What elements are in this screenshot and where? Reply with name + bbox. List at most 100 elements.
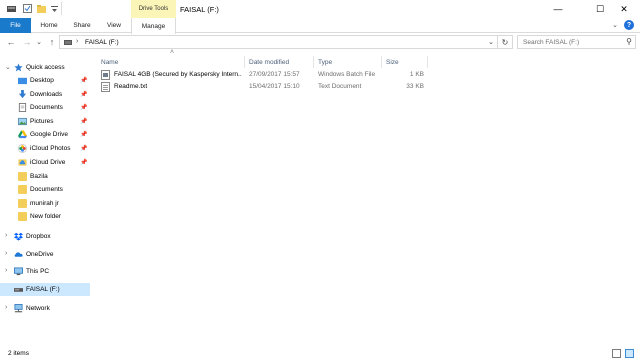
onedrive-icon: [14, 252, 23, 257]
file-name: Readme.txt: [114, 83, 148, 90]
pin-icon: 📌: [80, 92, 88, 98]
sidebar-item-desktop[interactable]: Desktop 📌: [0, 74, 90, 87]
large-icons-view-icon[interactable]: [625, 349, 634, 358]
tab-home[interactable]: Home: [34, 18, 64, 33]
close-button[interactable]: ✕: [612, 0, 636, 18]
forward-button[interactable]: →: [21, 35, 33, 49]
column-header-date-modified[interactable]: Date modified: [245, 56, 314, 68]
sidebar-item-label: New folder: [30, 213, 62, 220]
chevron-down-icon: ⌄: [36, 39, 42, 46]
computer-icon: [14, 267, 23, 276]
help-icon[interactable]: ?: [624, 20, 634, 30]
icloud-drive-icon: [18, 159, 27, 166]
back-button[interactable]: ←: [5, 35, 17, 49]
dropbox-icon: [14, 232, 23, 241]
sidebar-item-label: munirah jr: [30, 200, 59, 207]
sidebar-item-bazila[interactable]: Bazila: [0, 170, 90, 183]
column-header-type[interactable]: Type: [314, 56, 382, 68]
expanded-chevron-icon[interactable]: ⌄: [5, 63, 11, 71]
details-view-icon[interactable]: [612, 349, 621, 358]
sidebar-item-label: Bazila: [30, 173, 48, 180]
customize-quick-access-icon[interactable]: [50, 4, 59, 13]
sidebar-item-documents[interactable]: Documents 📌: [0, 101, 90, 114]
drive-icon: [64, 40, 72, 45]
sidebar-item-google-drive[interactable]: Google Drive 📌: [0, 128, 90, 141]
address-dropdown-icon[interactable]: ⌄: [488, 38, 494, 46]
title-divider: [61, 2, 62, 15]
ribbon-tabs: File Home Share View Manage ⌄ ?: [0, 18, 640, 34]
file-type: Windows Batch File: [318, 71, 376, 78]
item-count: 2 items: [8, 350, 29, 357]
drive-tools-context-label: Drive Tools: [131, 0, 176, 18]
sidebar-item-documents-folder[interactable]: Documents: [0, 183, 90, 196]
sidebar-item-network[interactable]: › Network: [0, 302, 90, 315]
properties-icon[interactable]: [23, 4, 32, 13]
documents-icon: [18, 103, 27, 112]
column-header-size[interactable]: Size: [382, 56, 428, 68]
pin-icon: 📌: [80, 119, 88, 125]
sidebar-item-label: Dropbox: [26, 233, 51, 240]
chevron-right-icon[interactable]: ›: [5, 304, 7, 311]
pin-icon: 📌: [80, 160, 88, 166]
new-folder-quick-icon[interactable]: [37, 4, 46, 13]
sidebar-item-dropbox[interactable]: › Dropbox: [0, 230, 90, 243]
file-date-modified: 27/09/2017 15:57: [249, 71, 300, 78]
refresh-icon: ↻: [501, 37, 509, 47]
tab-file[interactable]: File: [0, 18, 31, 33]
column-header-name[interactable]: Name: [97, 56, 245, 68]
batch-file-icon: [101, 70, 110, 80]
minimize-button[interactable]: —: [546, 0, 570, 18]
recent-locations-button[interactable]: ⌄: [35, 35, 43, 49]
folder-icon: [18, 212, 27, 221]
chevron-right-icon[interactable]: ›: [5, 250, 7, 257]
sort-ascending-icon: ˄: [170, 49, 175, 56]
back-arrow-icon: ←: [6, 37, 16, 47]
folder-icon: [18, 199, 27, 208]
network-icon: [14, 304, 23, 313]
icloud-photos-icon: [18, 144, 27, 153]
tab-share[interactable]: Share: [66, 18, 98, 33]
refresh-button[interactable]: ↻: [498, 35, 513, 49]
usb-drive-icon: [14, 288, 23, 292]
sidebar-item-downloads[interactable]: Downloads 📌: [0, 88, 90, 101]
maximize-icon: ☐: [595, 3, 605, 14]
file-size: 1 KB: [409, 71, 424, 78]
search-input[interactable]: Search FAISAL (F:) ⚲: [517, 35, 636, 49]
tab-view[interactable]: View: [100, 18, 128, 33]
file-size: 33 KB: [406, 83, 424, 90]
tab-manage[interactable]: Manage: [131, 18, 176, 34]
sidebar-item-onedrive[interactable]: › OneDrive: [0, 248, 90, 261]
maximize-button[interactable]: ☐: [588, 0, 612, 18]
chevron-right-icon[interactable]: ›: [5, 267, 7, 274]
table-row[interactable]: FAISAL 4GB (Secured by Kaspersky Intern.…: [97, 69, 432, 81]
chevron-right-icon[interactable]: ›: [5, 232, 7, 239]
sidebar-item-faisal-drive[interactable]: FAISAL (F:): [0, 283, 90, 296]
pin-icon: 📌: [80, 132, 88, 138]
table-row[interactable]: Readme.txt 15/04/2017 15:10 Text Documen…: [97, 81, 432, 93]
navigation-pane: ⌄ Quick access Desktop 📌 Downloads 📌 Doc…: [0, 53, 90, 345]
pin-icon: 📌: [80, 105, 88, 111]
desktop-icon: [18, 77, 27, 85]
sidebar-item-new-folder[interactable]: New folder: [0, 210, 90, 223]
sidebar-item-munirah-jr[interactable]: munirah jr: [0, 197, 90, 210]
sidebar-item-label: iCloud Photos: [30, 145, 71, 152]
sidebar-item-pictures[interactable]: Pictures 📌: [0, 115, 90, 128]
text-file-icon: [101, 82, 110, 92]
sidebar-item-quick-access[interactable]: ⌄ Quick access: [0, 61, 90, 74]
sidebar-item-this-pc[interactable]: › This PC: [0, 265, 90, 278]
address-row: ← → ⌄ ↑ › FAISAL (F:) ⌄ ↻ Search FAISAL …: [0, 34, 640, 50]
up-arrow-icon: ↑: [49, 37, 55, 47]
sidebar-item-label: Google Drive: [30, 131, 68, 138]
breadcrumb-separator-icon[interactable]: ›: [76, 38, 78, 45]
sidebar-item-icloud-photos[interactable]: iCloud Photos 📌: [0, 142, 90, 155]
address-bar[interactable]: › FAISAL (F:) ⌄: [59, 35, 498, 49]
sidebar-item-label: Documents: [30, 186, 63, 193]
file-type: Text Document: [318, 83, 362, 90]
star-icon: [14, 63, 23, 72]
up-button[interactable]: ↑: [46, 35, 58, 49]
expand-ribbon-icon[interactable]: ⌄: [612, 21, 618, 29]
sidebar-item-label: Documents: [30, 104, 63, 111]
close-icon: ✕: [620, 3, 628, 14]
sidebar-item-icloud-drive[interactable]: iCloud Drive 📌: [0, 156, 90, 169]
breadcrumb[interactable]: FAISAL (F:): [85, 39, 119, 46]
